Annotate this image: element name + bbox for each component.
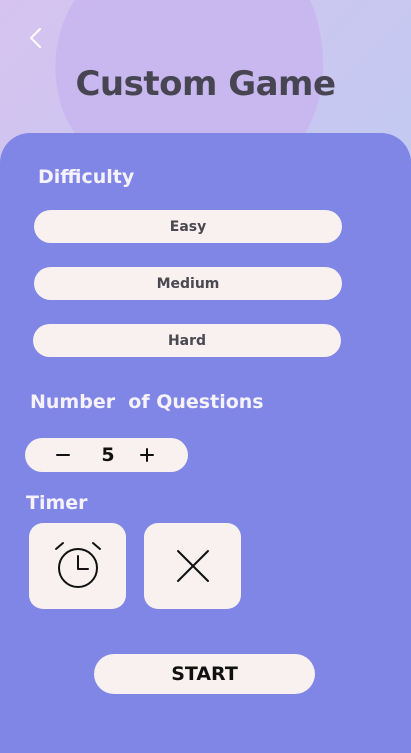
difficulty-option-hard[interactable]: Hard [33,324,341,357]
question-count-stepper: 5 [25,438,188,472]
difficulty-heading: Difficulty [38,166,135,188]
chevron-left-icon [30,28,41,48]
difficulty-option-easy[interactable]: Easy [34,210,342,243]
question-count-value: 5 [101,444,115,466]
decrement-button[interactable] [46,438,80,472]
start-button[interactable]: START [94,654,315,694]
plus-icon [140,448,154,462]
questions-heading: Number of Questions [30,391,264,413]
back-button[interactable] [22,24,48,52]
timer-off-option[interactable] [144,523,241,609]
page-title: Custom Game [75,64,336,104]
difficulty-option-medium[interactable]: Medium [34,267,342,300]
timer-on-option[interactable] [29,523,126,609]
minus-icon [56,454,70,456]
timer-heading: Timer [26,492,88,514]
increment-button[interactable] [130,438,164,472]
close-icon [176,550,209,582]
alarm-clock-icon [54,542,101,588]
